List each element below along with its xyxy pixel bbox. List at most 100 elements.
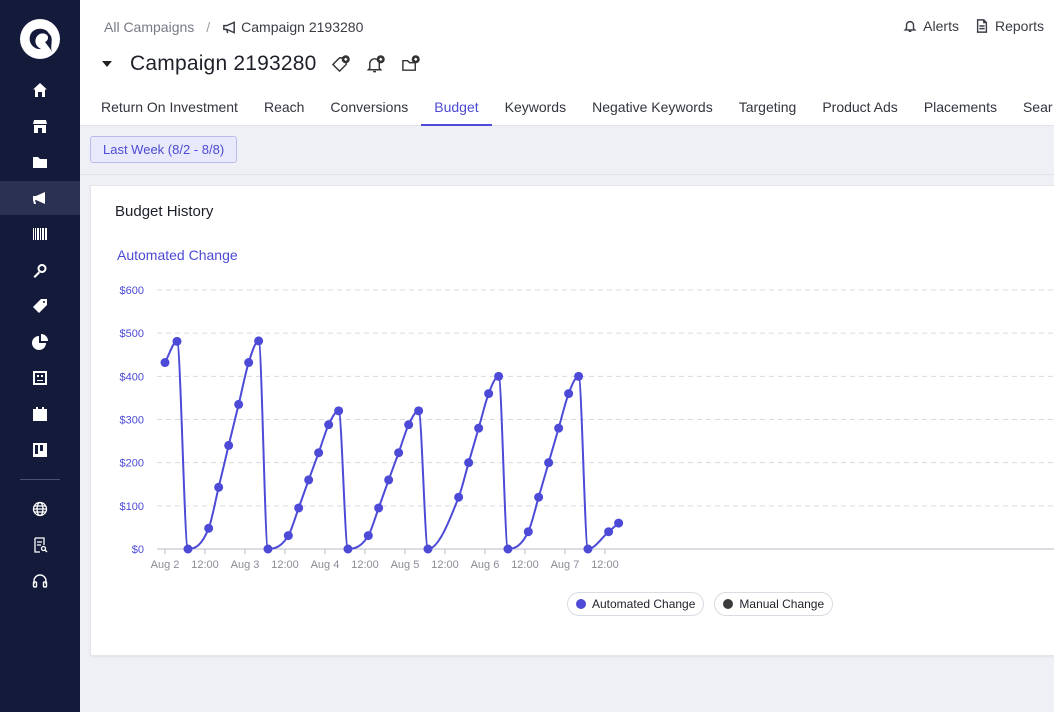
data-point: [283, 531, 293, 541]
add-alert-icon[interactable]: [366, 54, 385, 74]
legend-dot-manual: [723, 599, 734, 609]
data-point: [474, 423, 484, 433]
folder-icon: [33, 157, 47, 168]
sidebar-item-products[interactable]: [0, 217, 80, 251]
data-point: [484, 389, 494, 399]
breadcrumb-all-campaigns[interactable]: All Campaigns: [104, 19, 194, 35]
data-point: [224, 440, 234, 450]
data-point: [454, 492, 464, 502]
x-tick-label: Aug 3: [231, 559, 260, 571]
reports-label: Reports: [994, 18, 1044, 34]
sidebar-item-board[interactable]: [0, 433, 80, 467]
data-point: [564, 389, 574, 399]
sidebar: [0, 0, 80, 712]
megaphone-icon: [33, 192, 45, 204]
breadcrumb-separator: /: [206, 19, 211, 35]
x-tick-label: Aug 4: [311, 559, 340, 571]
x-tick-label: Aug 6: [471, 559, 500, 571]
alerts-button[interactable]: Alerts: [903, 18, 959, 34]
tab-negative-keywords[interactable]: Negative Keywords: [579, 87, 726, 125]
sidebar-item-tags[interactable]: [0, 289, 80, 323]
reports-button[interactable]: Reports: [975, 18, 1044, 34]
breadcrumb-current: Campaign 2193280: [222, 19, 363, 35]
page-title: Campaign 2193280: [130, 52, 317, 75]
data-point: [234, 399, 244, 409]
tab-conversions[interactable]: Conversions: [317, 87, 421, 125]
sidebar-item-calendar[interactable]: [0, 397, 80, 431]
title-actions: [331, 54, 420, 74]
data-point: [554, 423, 564, 433]
y-tick-label: $500: [120, 328, 144, 340]
data-point: [544, 458, 554, 468]
date-range-button[interactable]: Last Week (8/2 - 8/8): [90, 136, 238, 163]
dashboard-icon: [33, 371, 47, 385]
x-tick-label: 12:00: [271, 559, 299, 571]
tab-product-ads[interactable]: Product Ads: [809, 87, 911, 125]
sidebar-item-campaigns[interactable]: [0, 181, 80, 215]
bell-icon: [903, 20, 917, 32]
headset-icon: [32, 574, 48, 588]
y-tick-label: $400: [120, 371, 144, 383]
tab-placements[interactable]: Placements: [911, 87, 1010, 125]
data-point: [394, 448, 404, 458]
add-folder-icon[interactable]: [401, 54, 420, 74]
sidebar-item-home[interactable]: [0, 73, 80, 107]
kanban-icon: [33, 443, 47, 457]
globe-icon: [32, 501, 48, 517]
chevron-down-icon[interactable]: [102, 61, 112, 67]
sidebar-item-reports[interactable]: [0, 528, 80, 562]
tag-icon: [33, 299, 47, 313]
logo-icon: [29, 28, 52, 52]
x-tick-label: 12:00: [191, 559, 219, 571]
x-tick-label: 12:00: [351, 559, 379, 571]
search-icon: [33, 264, 47, 278]
data-point: [254, 336, 264, 346]
data-point: [263, 544, 273, 554]
sidebar-item-search[interactable]: [0, 253, 80, 287]
x-tick-label: Aug 2: [151, 559, 180, 571]
add-tag-icon[interactable]: [331, 54, 350, 74]
legend-item-manual[interactable]: Manual Change: [714, 592, 834, 616]
y-tick-label: $100: [120, 501, 144, 513]
data-point: [324, 420, 334, 430]
pie-chart-icon: [32, 334, 48, 350]
page-header: All Campaigns / Campaign 2193280 Alerts …: [80, 0, 1054, 126]
data-point: [294, 503, 304, 513]
sidebar-item-dashboard[interactable]: [0, 361, 80, 395]
data-point: [172, 336, 182, 346]
sidebar-item-globe[interactable]: [0, 492, 80, 526]
data-point: [614, 518, 624, 528]
data-point: [414, 406, 424, 416]
legend-item-automated[interactable]: Automated Change: [567, 592, 705, 616]
store-icon: [33, 120, 47, 133]
tab-reach[interactable]: Reach: [251, 87, 317, 125]
report-icon: [34, 537, 48, 553]
tab-return-on-investment[interactable]: Return On Investment: [88, 87, 251, 125]
sidebar-item-store[interactable]: [0, 109, 80, 143]
tab-bar: Return On Investment Reach Conversions B…: [88, 87, 1054, 126]
tab-keywords[interactable]: Keywords: [492, 87, 579, 125]
x-tick-label: 12:00: [511, 559, 539, 571]
data-point: [160, 358, 170, 368]
budget-history-chart: $0 $100 $200 $300 $400 $500 $600 Aug 2 12:00 Aug …: [120, 285, 1054, 571]
data-point: [494, 371, 504, 381]
x-tick-label: 12:00: [431, 559, 459, 571]
data-point: [304, 475, 314, 485]
sidebar-item-folder[interactable]: [0, 145, 80, 179]
alerts-label: Alerts: [923, 18, 959, 34]
tab-search-terms[interactable]: Sear: [1010, 87, 1054, 125]
sidebar-item-analytics[interactable]: [0, 325, 80, 359]
data-point: [503, 544, 513, 554]
sidebar-item-support[interactable]: [0, 564, 80, 598]
data-point: [334, 406, 344, 416]
tab-budget[interactable]: Budget: [421, 87, 493, 126]
title-row: Campaign 2193280: [102, 52, 420, 76]
home-icon: [33, 83, 47, 97]
breadcrumb-current-label: Campaign 2193280: [241, 19, 364, 35]
tab-targeting[interactable]: Targeting: [726, 87, 810, 125]
megaphone-icon: [223, 20, 236, 34]
data-point: [583, 544, 593, 554]
brand-logo[interactable]: [20, 19, 60, 59]
y-tick-label: $600: [120, 285, 144, 297]
data-point: [423, 544, 433, 554]
